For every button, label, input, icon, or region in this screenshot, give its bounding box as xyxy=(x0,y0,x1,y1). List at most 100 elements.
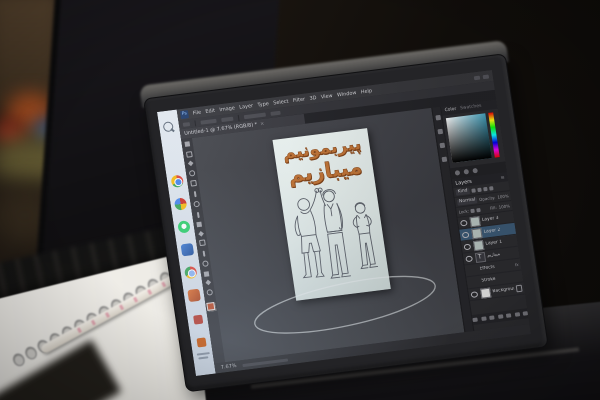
stroke-effect-label: Stroke xyxy=(481,277,496,284)
type-layer-thumbnail[interactable]: T xyxy=(474,251,485,262)
orange-app-icon[interactable] xyxy=(187,289,201,302)
delete-layer-icon[interactable] xyxy=(523,311,529,316)
blue-app-icon[interactable] xyxy=(181,243,195,256)
menu-help[interactable]: Help xyxy=(360,88,372,95)
kind-dropdown[interactable]: Kind xyxy=(455,188,470,196)
whatsapp-icon[interactable] xyxy=(177,220,191,233)
link-layers-icon[interactable] xyxy=(472,317,478,322)
opacity-label: Opacity: xyxy=(479,195,496,202)
menu-view[interactable]: View xyxy=(320,93,333,100)
visibility-eye-icon[interactable] xyxy=(463,243,471,250)
taskbar-date-blur xyxy=(198,356,208,359)
fill-value[interactable]: 100% xyxy=(498,203,510,209)
adjustment-icon[interactable] xyxy=(472,168,478,174)
layer-name: میبازیم xyxy=(487,252,500,259)
visibility-eye-icon[interactable] xyxy=(462,231,470,238)
photoshop-app-icon: Ps xyxy=(180,110,189,119)
background-layer-thumbnail[interactable] xyxy=(480,287,491,298)
option-control[interactable] xyxy=(270,110,280,115)
layer-thumbnail[interactable] xyxy=(472,240,483,251)
menu-edit[interactable]: Edit xyxy=(205,107,215,114)
eraser-tool-icon[interactable] xyxy=(198,231,204,237)
filter-adjustment-icon[interactable] xyxy=(477,187,482,191)
layers-panel-footer xyxy=(472,308,529,325)
opacity-value[interactable]: 100% xyxy=(497,193,509,199)
photoshop-window: Ps File Edit Image Layer Type Select Fil… xyxy=(177,70,531,374)
menu-type[interactable]: Type xyxy=(257,101,269,108)
menubar-right-icons xyxy=(474,73,493,79)
filter-type-icon[interactable] xyxy=(483,186,488,190)
filter-shape-icon[interactable] xyxy=(489,186,494,190)
canvas-area[interactable]: پیربمونیم میبازیم xyxy=(192,108,464,362)
layer-name: Layer 3 xyxy=(482,216,499,223)
photo-scene: Ps File Edit Image Layer Type Select Fil… xyxy=(0,0,600,400)
option-control[interactable] xyxy=(221,116,233,121)
close-icon[interactable]: × xyxy=(259,119,265,129)
orange-app-small-icon[interactable] xyxy=(196,337,206,347)
magic-wand-tool-icon[interactable] xyxy=(188,170,195,177)
menu-filter[interactable]: Filter xyxy=(292,96,305,103)
hand-tool-icon[interactable] xyxy=(205,280,211,286)
crop-tool-icon[interactable] xyxy=(190,180,197,187)
adjustment-layer-icon[interactable] xyxy=(497,314,503,319)
zoom-level[interactable]: 7.67% xyxy=(220,363,237,371)
search-icon[interactable] xyxy=(163,121,177,134)
eyedropper-tool-icon[interactable] xyxy=(193,191,196,197)
option-control[interactable] xyxy=(244,112,266,119)
panel-menu-icon[interactable]: ≡ xyxy=(500,174,505,180)
brush-tool-icon[interactable] xyxy=(196,211,199,217)
layer-style-icon[interactable] xyxy=(481,316,487,321)
shape-tool-icon[interactable] xyxy=(204,271,210,277)
poster-document: پیربمونیم میبازیم xyxy=(272,128,390,301)
history-panel-icon[interactable] xyxy=(437,129,443,135)
lasso-tool-icon[interactable] xyxy=(187,161,193,167)
separator xyxy=(194,120,196,126)
foreground-color-swatch[interactable] xyxy=(206,302,215,311)
workspace-icon[interactable] xyxy=(483,74,489,79)
pen-tool-icon[interactable] xyxy=(202,250,205,256)
menu-window[interactable]: Window xyxy=(337,90,357,98)
menu-file[interactable]: File xyxy=(192,109,201,116)
libraries-panel-icon[interactable] xyxy=(441,157,447,163)
chrome-2-icon[interactable] xyxy=(184,266,198,279)
visibility-eye-icon[interactable] xyxy=(470,291,478,298)
tab-color[interactable]: Color xyxy=(444,107,456,113)
menu-image[interactable]: Image xyxy=(219,105,235,113)
clone-stamp-tool-icon[interactable] xyxy=(196,222,202,228)
layer-thumbnail[interactable] xyxy=(469,216,480,227)
visibility-eye-icon[interactable] xyxy=(460,219,468,226)
menu-select[interactable]: Select xyxy=(273,98,289,106)
saturation-square[interactable] xyxy=(446,113,492,163)
share-icon[interactable] xyxy=(474,75,480,80)
filter-pixel-icon[interactable] xyxy=(471,188,476,192)
visibility-eye-icon[interactable] xyxy=(465,255,473,262)
new-layer-icon[interactable] xyxy=(514,312,520,317)
google-photos-icon[interactable] xyxy=(174,197,188,210)
red-app-small-icon[interactable] xyxy=(193,315,203,325)
properties-panel-icon[interactable] xyxy=(435,115,441,121)
gradient-tool-icon[interactable] xyxy=(199,239,206,246)
menu-layer[interactable]: Layer xyxy=(239,103,254,111)
adjustment-icon[interactable] xyxy=(463,169,469,175)
chrome-icon[interactable] xyxy=(170,175,184,188)
layer-name: Background xyxy=(492,287,514,295)
layer-group-icon[interactable] xyxy=(506,313,512,318)
zoom-tool-icon[interactable] xyxy=(206,289,213,296)
brushes-panel-icon[interactable] xyxy=(439,143,445,149)
color-swatches[interactable] xyxy=(206,302,216,312)
type-tool-icon[interactable] xyxy=(202,260,209,267)
taskbar-clock-blur xyxy=(196,352,209,356)
marquee-tool-icon[interactable] xyxy=(185,151,192,158)
healing-tool-icon[interactable] xyxy=(193,201,200,208)
lock-position-icon[interactable] xyxy=(477,207,482,211)
menu-3d[interactable]: 3D xyxy=(309,95,317,102)
adjustment-icon[interactable] xyxy=(455,170,461,176)
option-control[interactable] xyxy=(200,118,216,124)
lock-transparency-icon[interactable] xyxy=(471,208,476,212)
layer-name: Layer 2 xyxy=(483,228,500,235)
move-tool-icon[interactable] xyxy=(184,141,190,147)
layer-thumbnail[interactable] xyxy=(471,228,482,239)
layer-mask-icon[interactable] xyxy=(489,315,495,320)
active-tool-icon xyxy=(183,122,190,127)
blend-mode-dropdown[interactable]: Normal xyxy=(457,197,478,205)
